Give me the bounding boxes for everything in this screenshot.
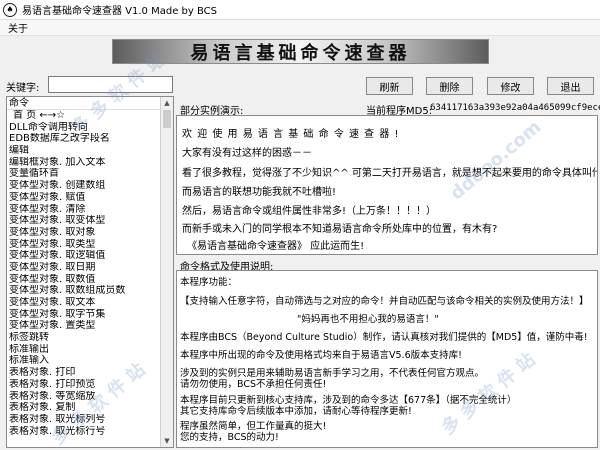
- command-list-item[interactable]: 变体型对象. 取类型: [7, 239, 159, 251]
- command-list-item[interactable]: 变体型对象. 取数组成员数: [7, 285, 159, 297]
- command-list-item[interactable]: 变体型对象. 赋值: [7, 192, 159, 204]
- command-list-scrollbar[interactable]: ▲ ▼: [160, 97, 173, 447]
- command-list-item[interactable]: 变体型对象. 取逻辑值: [7, 250, 159, 262]
- command-list-item[interactable]: 表格对象. 打印: [7, 367, 159, 379]
- command-list-item[interactable]: 变体型对象. 取文本: [7, 297, 159, 309]
- usage-line: 本程序由BCS（Beyond Culture Studio）制作，请认真核对我们…: [180, 332, 588, 343]
- usage-line: 本程序中所出现的命令及使用格式均来自于易语言V5.6版本支持库!: [180, 350, 462, 361]
- command-list-item[interactable]: 首 页 ←→☆: [7, 110, 159, 122]
- app-logo-icon: ♠: [3, 2, 17, 17]
- menu-bar: 关于: [0, 20, 600, 36]
- scroll-thumb[interactable]: [163, 110, 171, 128]
- command-list-item[interactable]: 变体型对象. 取日期: [7, 262, 159, 274]
- command-list-item[interactable]: DLL命令调用转向: [7, 122, 159, 134]
- command-list-item[interactable]: 表格对象. 取光标列号: [7, 414, 159, 426]
- command-list-item[interactable]: EDB数据库之改字段名: [7, 133, 159, 145]
- delete-button[interactable]: 删除: [426, 77, 473, 95]
- example-line: 《易语言基础命令速查器》 应此运而生!: [187, 241, 365, 252]
- command-list-item[interactable]: 变体型对象. 取字节集: [7, 309, 159, 321]
- command-list-item[interactable]: 变体型对象. 取数值: [7, 274, 159, 286]
- example-line: 欢 迎 使 用 易 语 言 基 础 命 令 速 查 器 !: [182, 129, 400, 140]
- example-line: 而易语言的联想功能我就不吐槽啦!: [182, 187, 337, 198]
- usage-text-box[interactable]: 本程序功能： 【支持输入任意字符，自动筛选与之对应的命令！并自动匹配与该命令相关…: [176, 270, 598, 448]
- example-line: 看了很多教程，觉得涨了不少知识^^ 可第二天打开易语言，就是想不起来要用的命令具…: [182, 168, 598, 179]
- command-list-item[interactable]: 变体型对象. 清除: [7, 204, 159, 216]
- usage-line: 其它支持库命令后续版本中添加，请耐心等待程序更新!: [180, 406, 412, 417]
- usage-line: 本程序功能：: [180, 277, 238, 288]
- exit-button[interactable]: 退出: [547, 77, 594, 95]
- command-list-item[interactable]: 表格对象. 打印预览: [7, 379, 159, 391]
- refresh-button[interactable]: 刷新: [366, 77, 413, 95]
- command-list-item[interactable]: 标准输入: [7, 355, 159, 367]
- command-list-item[interactable]: 表格对象. 等宽缩放: [7, 391, 159, 403]
- menu-about[interactable]: 关于: [0, 20, 36, 35]
- command-list-item[interactable]: 变体型对象. 置类型: [7, 320, 159, 332]
- command-list-item[interactable]: 表格对象. 复制: [7, 402, 159, 414]
- command-list-item[interactable]: 变量循环首: [7, 168, 159, 180]
- usage-line: 【支持输入任意字符，自动筛选与之对应的命令！并自动匹配与该命令相关的实例及使用方…: [180, 296, 589, 307]
- banner: 易语言基础命令速查器: [112, 39, 489, 64]
- search-label: 关键字:: [6, 83, 40, 94]
- scroll-down-icon[interactable]: ▼: [161, 435, 173, 447]
- command-list[interactable]: 命令 首 页 ←→☆ DLL命令调用转向 EDB数据库之改字段名 编辑 编辑框对象. 加…: [6, 96, 174, 448]
- command-list-item[interactable]: 标准输出: [7, 344, 159, 356]
- command-list-item[interactable]: 变体型对象. 取对象: [7, 227, 159, 239]
- title-bar: ♠ 易语言基础命令速查器 V1.0 Made by BCS: [0, 0, 600, 20]
- banner-title: 易语言基础命令速查器: [190, 42, 411, 64]
- example-line: 然后，易语言命令或组件属性非常多!（上万条！！！！）: [182, 206, 437, 217]
- example-line: 而新手或未入门的同学根本不知道易语言命令所处库中的位置，有木有?: [182, 224, 498, 235]
- usage-line: 您的支持，BCS的动力!: [180, 432, 279, 443]
- scroll-up-icon[interactable]: ▲: [161, 97, 173, 109]
- examples-text-box[interactable]: 欢 迎 使 用 易 语 言 基 础 命 令 速 查 器 ! 大家有没有过这样的困…: [176, 115, 598, 255]
- md5-value: 634117163a393e92a04a465099cf9ece: [430, 103, 600, 113]
- command-list-item[interactable]: 变体型对象. 创建数组: [7, 180, 159, 192]
- modify-button[interactable]: 修改: [487, 77, 534, 95]
- example-line: 大家有没有过这样的困惑－－: [182, 148, 312, 159]
- command-list-item[interactable]: 变体型对象. 取变体型: [7, 215, 159, 227]
- search-input[interactable]: [48, 76, 173, 93]
- window-title: 易语言基础命令速查器 V1.0 Made by BCS: [22, 6, 217, 17]
- command-items: 首 页 ←→☆ DLL命令调用转向 EDB数据库之改字段名 编辑 编辑框对象. 加入文本…: [7, 110, 159, 447]
- command-list-item[interactable]: 编辑框对象. 加入文本: [7, 157, 159, 169]
- command-list-item[interactable]: 表格对象. 取光标行号: [7, 426, 159, 438]
- command-list-header: 命令: [7, 97, 173, 110]
- command-list-item[interactable]: 标签跳转: [7, 332, 159, 344]
- usage-line: 请勿勿使用，BCS不承担任何责任!: [180, 379, 327, 390]
- command-list-item[interactable]: 编辑: [7, 145, 159, 157]
- usage-line: "妈妈再也不用担心我的易语言！": [297, 314, 439, 325]
